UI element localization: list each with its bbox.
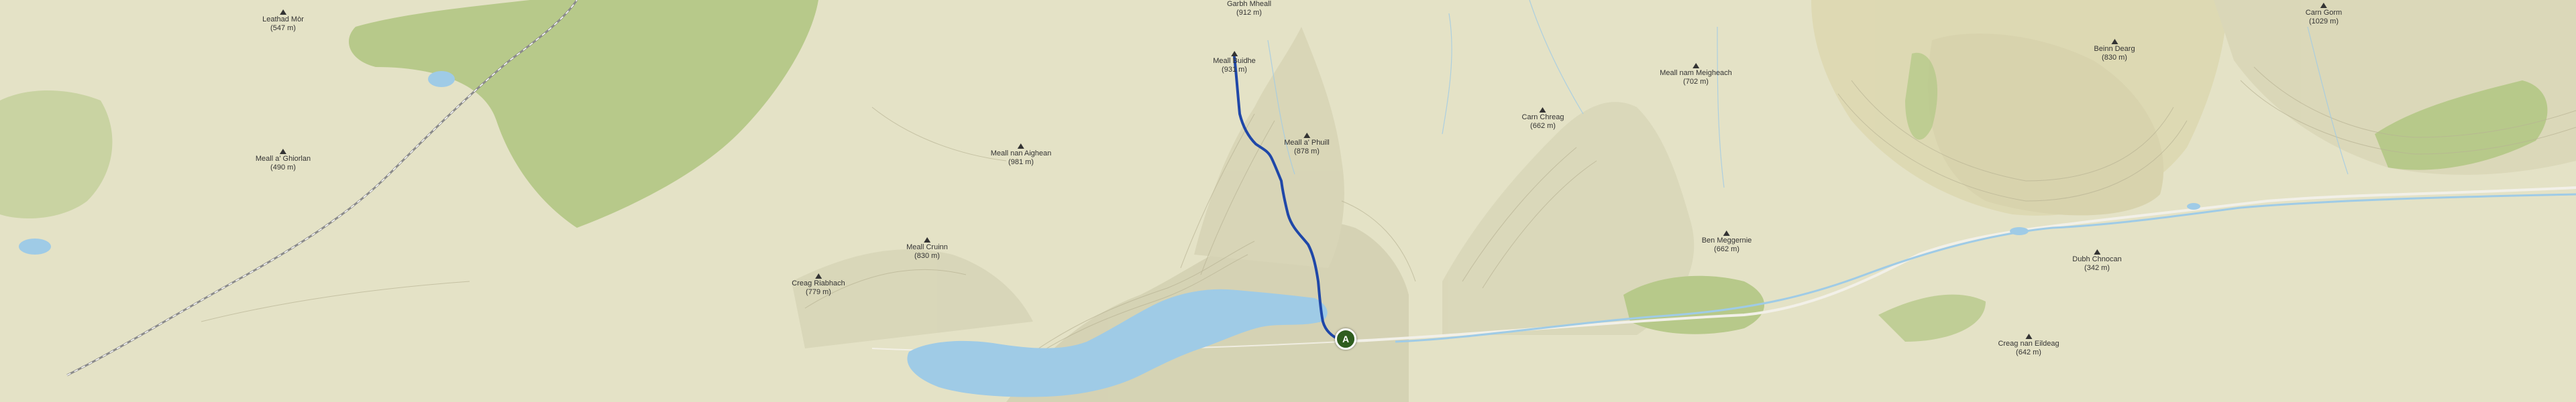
summit-icon bbox=[924, 237, 930, 243]
peak-creag-nan-eildeag: Creag nan Eildeag (642 m) bbox=[1998, 334, 2059, 356]
peak-elevation: (702 m) bbox=[1683, 77, 1709, 86]
summit-icon bbox=[815, 273, 822, 279]
peak-name: Creag Riabhach bbox=[792, 279, 845, 287]
peak-name: Meall a' Ghiorlan bbox=[255, 155, 311, 163]
summit-icon bbox=[2093, 249, 2100, 255]
peak-name: Creag nan Eildeag bbox=[1998, 340, 2059, 348]
peak-elevation: (1029 m) bbox=[2308, 17, 2339, 25]
peak-creag-riabhach: Creag Riabhach (779 m) bbox=[792, 273, 845, 296]
summit-icon bbox=[279, 9, 286, 15]
peak-elevation: (547 m) bbox=[270, 23, 296, 32]
peak-elevation: (342 m) bbox=[2084, 263, 2110, 272]
summit-icon bbox=[279, 149, 286, 154]
peak-meall-a-ghiorlan: Meall a' Ghiorlan (490 m) bbox=[256, 149, 311, 172]
peak-name: Meall a' Phuill bbox=[1284, 139, 1330, 147]
peak-name: Meall nam Meigheach bbox=[1660, 69, 1732, 77]
peak-carn-chreag: Carn Chreag (662 m) bbox=[1522, 107, 1564, 130]
map-view[interactable]: Leathad Mòr (547 m) Meall a' Ghiorlan (4… bbox=[0, 0, 2576, 402]
peak-garbh-mheall: Garbh Mheall (912 m) bbox=[1227, 0, 1271, 17]
peak-meall-buidhe: Meall Buidhe (931 m) bbox=[1213, 51, 1256, 74]
peak-leathad-mor: Leathad Mòr (547 m) bbox=[262, 9, 304, 32]
peak-name: Meall Buidhe bbox=[1213, 57, 1256, 65]
summit-icon bbox=[1231, 51, 1238, 56]
peak-name: Dubh Chnocan bbox=[2072, 255, 2122, 263]
terrain-layer bbox=[0, 0, 2576, 402]
peak-elevation: (912 m) bbox=[1236, 8, 1262, 17]
peak-elevation: (662 m) bbox=[1714, 245, 1739, 253]
summit-icon bbox=[1539, 107, 1546, 113]
peak-dubh-chnocan: Dubh Chnocan (342 m) bbox=[2072, 249, 2122, 272]
summit-icon bbox=[1303, 133, 1310, 138]
peak-elevation: (642 m) bbox=[2016, 348, 2041, 356]
peak-elevation: (981 m) bbox=[1008, 157, 1034, 166]
peak-elevation: (779 m) bbox=[806, 287, 831, 296]
peak-meall-nan-aighean: Meall nan Aighean (981 m) bbox=[990, 143, 1052, 166]
peak-carn-gorm: Carn Gorm (1029 m) bbox=[2306, 3, 2342, 25]
route-start-marker[interactable]: A bbox=[1335, 328, 1356, 350]
peak-elevation: (878 m) bbox=[1294, 147, 1320, 155]
peak-ben-meggernie: Ben Meggernie (662 m) bbox=[1702, 230, 1752, 253]
peak-elevation: (490 m) bbox=[270, 163, 296, 172]
peak-name: Beinn Dearg bbox=[2094, 45, 2135, 53]
peak-meall-nam-meigheach: Meall nam Meigheach (702 m) bbox=[1660, 63, 1732, 86]
peak-name: Meall Cruinn bbox=[906, 243, 948, 251]
peak-name: Carn Chreag bbox=[1521, 113, 1564, 121]
peak-name: Garbh Mheall bbox=[1226, 0, 1272, 8]
peak-elevation: (662 m) bbox=[1530, 121, 1556, 130]
summit-icon bbox=[2025, 334, 2032, 339]
peak-name: Carn Gorm bbox=[2305, 9, 2343, 17]
peak-name: Meall nan Aighean bbox=[990, 149, 1052, 157]
summit-icon bbox=[2111, 39, 2118, 44]
summit-icon bbox=[2320, 3, 2327, 8]
peak-elevation: (931 m) bbox=[1222, 65, 1247, 74]
peak-meall-cruinn: Meall Cruinn (830 m) bbox=[906, 237, 948, 260]
summit-icon bbox=[1693, 63, 1699, 68]
summit-icon bbox=[1723, 230, 1730, 236]
peak-beinn-dearg: Beinn Dearg (830 m) bbox=[2094, 39, 2135, 62]
peak-name: Ben Meggernie bbox=[1701, 237, 1752, 245]
peak-meall-a-phuill: Meall a' Phuill (878 m) bbox=[1284, 133, 1330, 155]
summit-icon bbox=[1017, 143, 1024, 149]
peak-elevation: (830 m) bbox=[2102, 53, 2127, 62]
peak-elevation: (830 m) bbox=[914, 251, 940, 260]
peak-name: Leathad Mòr bbox=[262, 15, 304, 23]
